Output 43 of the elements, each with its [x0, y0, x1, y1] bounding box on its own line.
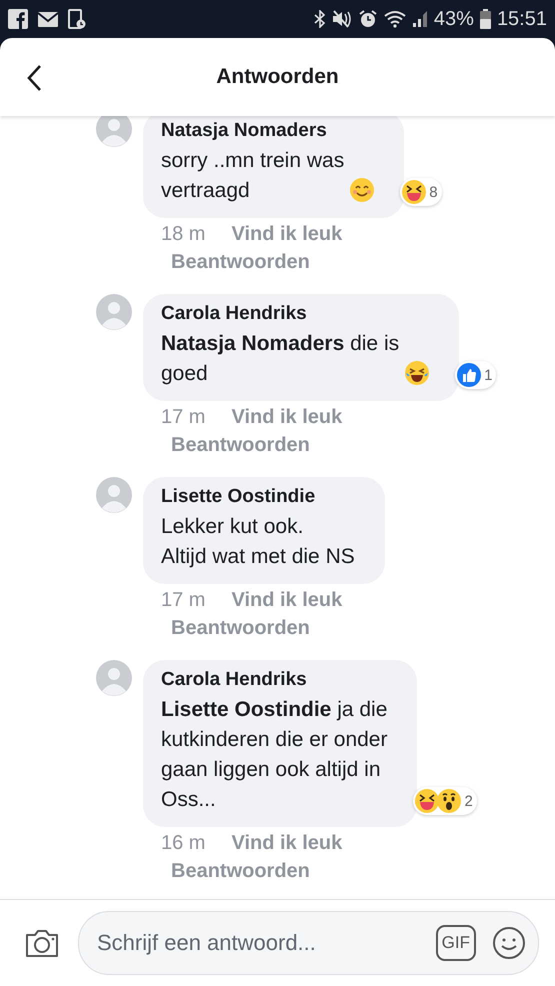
- reply-link[interactable]: Beantwoorden: [171, 248, 310, 276]
- reply-link[interactable]: Beantwoorden: [171, 857, 310, 885]
- like-link[interactable]: Vind ik leuk: [231, 586, 342, 614]
- comment-text: Lekker kut ook. Altijd wat met die NS: [161, 514, 355, 570]
- signal-icon: [412, 10, 428, 28]
- comment-time: 16 m: [161, 831, 206, 856]
- reply-link[interactable]: Beantwoorden: [171, 614, 310, 642]
- reply-link[interactable]: Beantwoorden: [171, 431, 310, 459]
- reply-input-field[interactable]: Schrijf een antwoord... GIF: [78, 911, 539, 975]
- gif-button[interactable]: GIF: [436, 925, 476, 961]
- like-link[interactable]: Vind ik leuk: [231, 403, 342, 431]
- avatar: [96, 294, 132, 330]
- battery-percentage: 43%: [434, 8, 474, 30]
- comment-author[interactable]: Natasja Nomaders: [161, 120, 374, 142]
- page-title: Antwoorden: [216, 65, 339, 89]
- wifi-icon: [384, 10, 406, 28]
- comment-time: 17 m: [161, 588, 206, 613]
- reaction-badge[interactable]: 8: [400, 178, 442, 206]
- comment-author[interactable]: Carola Hendriks: [161, 669, 388, 691]
- clock-time: 15:51: [496, 8, 547, 30]
- mute-icon: [332, 10, 352, 28]
- comment-author[interactable]: Lisette Oostindie: [161, 486, 355, 508]
- reaction-badge[interactable]: 2: [413, 787, 477, 815]
- comment-text: sorry ..mn trein was vertraagd: [161, 148, 344, 204]
- comment-text: Lisette Oostindie ja die kutkinderen die er onder gaan liggen ook altijd in Oss...: [161, 697, 388, 813]
- avatar: [96, 477, 132, 513]
- avatar: [96, 660, 132, 696]
- like-link[interactable]: Vind ik leuk: [231, 829, 342, 857]
- bluetooth-icon: [314, 10, 326, 28]
- camera-button[interactable]: [24, 927, 60, 959]
- battery-icon: [480, 9, 491, 29]
- reaction-badge[interactable]: 1: [455, 361, 496, 389]
- comment-time: 18 m: [161, 222, 206, 247]
- facebook-icon: [8, 9, 28, 29]
- alarm-icon: [358, 9, 378, 29]
- comment-author[interactable]: Carola Hendriks: [161, 303, 430, 325]
- avatar: [96, 116, 132, 147]
- like-link[interactable]: Vind ik leuk: [231, 220, 342, 248]
- comment-text: Natasja Nomaders die is goed: [161, 331, 400, 387]
- screenshot-icon: [68, 9, 86, 29]
- mail-icon: [37, 10, 59, 28]
- emoji-button[interactable]: [492, 926, 526, 960]
- comment-time: 17 m: [161, 405, 206, 430]
